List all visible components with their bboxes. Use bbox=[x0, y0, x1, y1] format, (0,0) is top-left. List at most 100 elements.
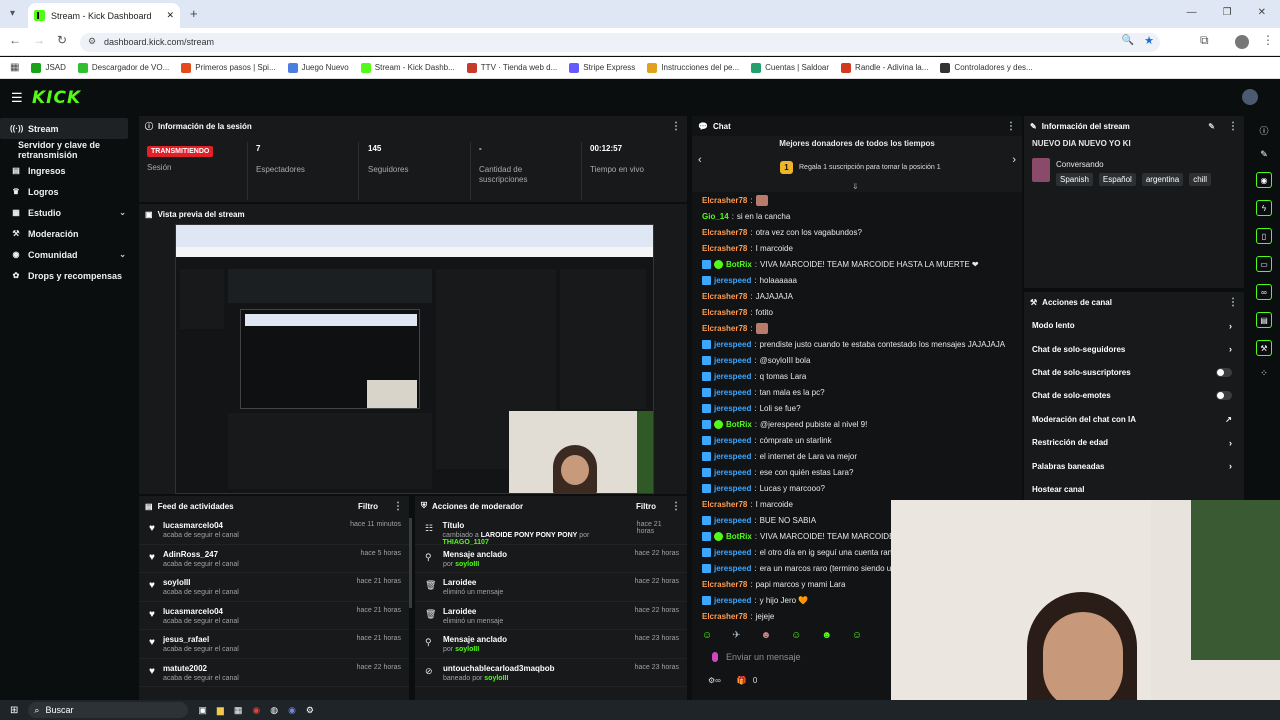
obs-icon[interactable]: ◍ bbox=[270, 705, 278, 716]
sidebar-item[interactable]: Servidor y clave de retransmisión bbox=[0, 139, 138, 160]
chat-username[interactable]: jerespeed bbox=[714, 276, 751, 285]
chat-username[interactable]: jerespeed bbox=[714, 468, 751, 477]
emote-icon[interactable]: ☻ bbox=[821, 630, 832, 641]
chat-username[interactable]: Elcrasher78 bbox=[702, 500, 747, 509]
extension-icon[interactable]: ⧉ bbox=[1200, 33, 1209, 48]
link-icon[interactable]: ∞ bbox=[1256, 284, 1272, 300]
new-tab-button[interactable]: + bbox=[190, 6, 198, 21]
chat-icon[interactable]: ▭ bbox=[1256, 256, 1272, 272]
emote-icon[interactable]: ☺ bbox=[702, 630, 712, 641]
emote-icon[interactable]: ☺ bbox=[852, 630, 862, 641]
chat-username[interactable]: jerespeed bbox=[714, 372, 751, 381]
bookmark-item[interactable]: Cuentas | Saldoar bbox=[751, 62, 829, 73]
chat-username[interactable]: jerespeed bbox=[714, 516, 751, 525]
chat-username[interactable]: jerespeed bbox=[714, 436, 751, 445]
scrollbar[interactable] bbox=[409, 518, 412, 608]
channel-action[interactable]: Moderación del chat con IA ↗ bbox=[1024, 408, 1244, 431]
filter-button[interactable]: Filtro bbox=[636, 502, 656, 511]
stream-tag[interactable]: Español bbox=[1098, 173, 1136, 186]
profile-avatar[interactable] bbox=[1235, 35, 1249, 49]
bookmark-item[interactable]: Controladores y des... bbox=[940, 62, 1033, 73]
feed-username[interactable]: jesus_rafael bbox=[163, 635, 239, 644]
close-window-icon[interactable]: ✕ bbox=[1258, 7, 1266, 18]
chat-username[interactable]: jerespeed bbox=[714, 404, 751, 413]
document-icon[interactable]: ▯ bbox=[1256, 228, 1272, 244]
feed-username[interactable]: matute2002 bbox=[163, 664, 239, 673]
more-options-icon[interactable]: ⋮ bbox=[393, 501, 403, 512]
bookmark-item[interactable]: JSAD bbox=[31, 62, 66, 73]
feed-username[interactable]: AdinRoss_247 bbox=[163, 550, 239, 559]
prev-arrow-icon[interactable]: ‹ bbox=[698, 154, 702, 166]
task-view-icon[interactable]: ▣ bbox=[198, 705, 207, 716]
bookmark-item[interactable]: Stream - Kick Dashb... bbox=[360, 62, 455, 73]
stream-tag[interactable]: argentina bbox=[1141, 173, 1184, 186]
bookmark-star-icon[interactable]: ★ bbox=[1144, 34, 1154, 47]
restore-icon[interactable]: ❐ bbox=[1223, 7, 1232, 18]
sidebar-item[interactable]: ▤ Ingresos bbox=[0, 160, 138, 181]
chat-username[interactable]: jerespeed bbox=[714, 356, 751, 365]
filter-button[interactable]: Filtro bbox=[358, 502, 378, 511]
chat-username[interactable]: Elcrasher78 bbox=[702, 308, 747, 317]
taskbar-search[interactable]: ⌕ Buscar bbox=[28, 702, 189, 718]
kick-logo[interactable]: KICK bbox=[32, 88, 81, 108]
chat-input[interactable]: Enviar un mensaje bbox=[704, 648, 894, 666]
more-options-icon[interactable]: ⋮ bbox=[1228, 297, 1238, 308]
gift-icon[interactable]: 🎁 bbox=[737, 676, 747, 685]
chat-username[interactable]: jerespeed bbox=[714, 484, 751, 493]
chat-username[interactable]: Elcrasher78 bbox=[702, 244, 747, 253]
more-options-icon[interactable]: ⋮ bbox=[671, 501, 681, 512]
sidebar-item[interactable]: ♛ Logros bbox=[0, 181, 138, 202]
chat-username[interactable]: BotRix bbox=[726, 532, 752, 541]
mod-action-user[interactable]: soyloIII bbox=[455, 561, 479, 568]
bookmark-item[interactable]: Randle - Adivina la... bbox=[841, 62, 928, 73]
feed-username[interactable]: lucasmarcelo04 bbox=[163, 521, 239, 530]
bookmark-item[interactable]: Descargador de VO... bbox=[77, 62, 169, 73]
settings-icon[interactable]: ⚙∞ bbox=[708, 676, 721, 685]
channel-action[interactable]: Chat de solo-emotes bbox=[1024, 384, 1244, 407]
chrome-icon[interactable]: ◉ bbox=[252, 705, 260, 716]
reload-icon[interactable]: ↻ bbox=[57, 33, 67, 47]
more-options-icon[interactable]: ⋮ bbox=[671, 121, 681, 132]
info-icon[interactable]: ⓘ bbox=[1259, 124, 1268, 137]
chat-username[interactable]: Gio_14 bbox=[702, 212, 729, 221]
toggle-switch[interactable] bbox=[1216, 391, 1232, 401]
emote-icon[interactable]: ☻ bbox=[761, 630, 772, 641]
zoom-icon[interactable]: 🔍 bbox=[1122, 35, 1134, 46]
back-icon[interactable]: ← bbox=[9, 33, 21, 47]
chat-username[interactable]: jerespeed bbox=[714, 388, 751, 397]
chat-username[interactable]: jerespeed bbox=[714, 596, 751, 605]
forward-icon[interactable]: → bbox=[33, 33, 45, 47]
discord-icon[interactable]: ◉ bbox=[288, 705, 296, 716]
pencil-icon[interactable]: ✎ bbox=[1260, 149, 1268, 160]
sidebar-item[interactable]: ⚒ Moderación bbox=[0, 223, 138, 244]
emote-icon[interactable]: ✈ bbox=[732, 630, 740, 641]
emote-icon[interactable]: ☺ bbox=[791, 630, 801, 641]
stream-tag[interactable]: Spanish bbox=[1056, 173, 1093, 186]
user-avatar[interactable] bbox=[1242, 89, 1258, 105]
store-icon[interactable]: ▦ bbox=[234, 705, 243, 716]
chat-username[interactable]: Elcrasher78 bbox=[702, 580, 747, 589]
site-info-icon[interactable]: ⚙ bbox=[88, 36, 96, 47]
chat-username[interactable]: Elcrasher78 bbox=[702, 228, 747, 237]
chat-username[interactable]: Elcrasher78 bbox=[702, 612, 747, 621]
windows-start-icon[interactable]: ⊞ bbox=[10, 705, 18, 716]
next-arrow-icon[interactable]: › bbox=[1012, 154, 1016, 166]
chat-username[interactable]: jerespeed bbox=[714, 548, 751, 557]
layers-icon[interactable]: ▤ bbox=[1256, 312, 1272, 328]
toggle-switch[interactable] bbox=[1216, 367, 1232, 377]
tab-search-icon[interactable]: ▾ bbox=[10, 8, 15, 19]
channel-action[interactable]: Hostear canal bbox=[1024, 478, 1244, 501]
chat-username[interactable]: Elcrasher78 bbox=[702, 292, 747, 301]
more-options-icon[interactable]: ⋮ bbox=[1006, 121, 1016, 132]
feed-username[interactable]: soyloIII bbox=[163, 578, 239, 587]
mod-action-user[interactable]: THIAGO_1107 bbox=[443, 539, 489, 546]
address-bar[interactable]: ⚙ dashboard.kick.com/stream 🔍 ★ bbox=[80, 33, 1160, 52]
apps-grid-icon[interactable]: ▦ bbox=[10, 62, 19, 73]
pin-icon[interactable]: ⇓ bbox=[852, 182, 859, 191]
wrench-icon[interactable]: ⚒ bbox=[1256, 340, 1272, 356]
channel-action[interactable]: Modo lento › bbox=[1024, 314, 1244, 337]
chat-username[interactable]: BotRix bbox=[726, 260, 752, 269]
minimize-icon[interactable]: — bbox=[1187, 7, 1197, 18]
channel-action[interactable]: Palabras baneadas › bbox=[1024, 454, 1244, 477]
mod-action-user[interactable]: soyloIII bbox=[455, 646, 479, 653]
